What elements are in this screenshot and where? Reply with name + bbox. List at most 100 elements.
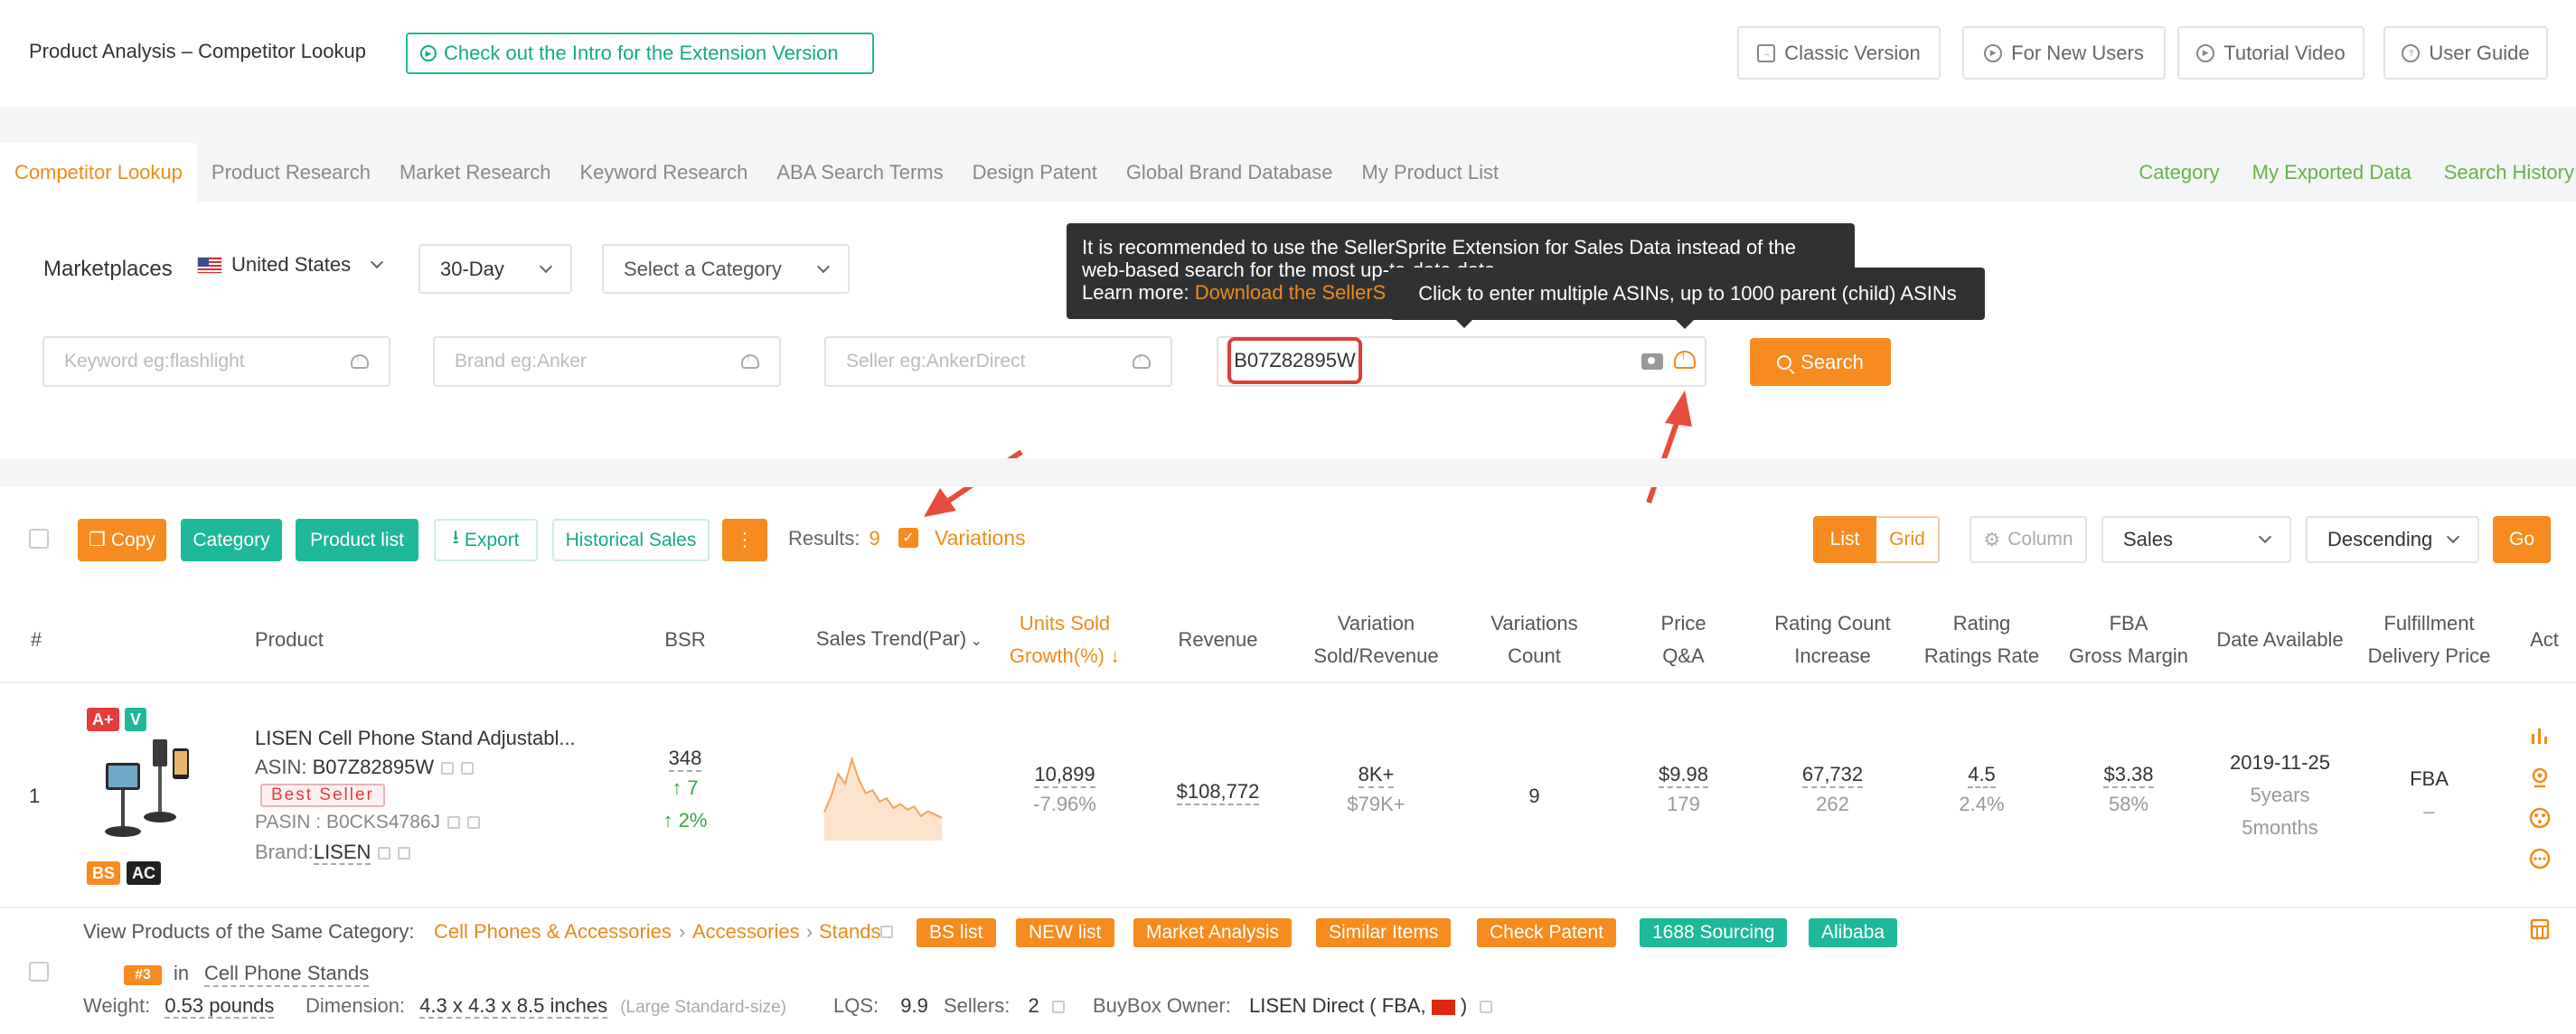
tab-global-brand-database[interactable]: Global Brand Database [1112,143,1348,202]
keyword-input[interactable]: Keyword eg:flashlight [42,336,390,387]
dimension-info: Dimension: 4.3 x 4.3 x 8.5 inches (Large… [306,994,786,1019]
tab-keyword-research[interactable]: Keyword Research [566,143,763,202]
category-button[interactable]: Category [181,519,282,561]
external-link-icon[interactable] [461,762,475,776]
column-button[interactable]: ⚙ Column [1970,516,2087,563]
select-all-checkbox[interactable] [29,529,49,549]
col-fba[interactable]: FBA Gross Margin [2061,597,2196,683]
asin-value[interactable]: B07Z82895W [313,756,435,778]
col-bsr[interactable]: BSR [649,597,721,683]
col-sales-trend[interactable]: Sales Trend(Par) ⌄ [809,597,990,683]
copy-button[interactable]: ❐ Copy [78,519,166,561]
col-date[interactable]: Date Available [2210,597,2350,683]
more-options-icon[interactable] [2529,848,2551,870]
order-select[interactable]: Descending [2306,516,2479,563]
category-link[interactable]: Category [2139,161,2219,184]
variations-checkbox[interactable]: ✓ [898,528,918,548]
asin-value-highlight[interactable]: B07Z82895W [1227,337,1362,384]
tab-design-patent[interactable]: Design Patent [958,143,1112,202]
col-units-sold[interactable]: Units Sold Growth(%) ↓ [1001,597,1128,683]
upload-icon[interactable] [351,352,369,369]
rating-count-value: 67,732 [1801,763,1864,788]
brand-value[interactable]: LISEN [313,841,371,865]
sort-by-select[interactable]: Sales [2101,516,2291,563]
upload-icon[interactable] [1133,352,1151,369]
tab-competitor-lookup[interactable]: Competitor Lookup [0,143,197,202]
tab-aba-search-terms[interactable]: ABA Search Terms [762,143,957,202]
col-price[interactable]: Price Q&A [1641,597,1726,683]
crumb-stands[interactable]: Stands [819,920,881,944]
new-list-tag[interactable]: NEW list [1016,918,1114,947]
col-rating[interactable]: Rating Ratings Rate [1916,597,2047,683]
bsr-value[interactable]: 348 [668,747,702,772]
copy-icon[interactable] [378,847,391,860]
brand-input[interactable]: Brand eg:Anker [433,336,781,387]
tab-my-product-list[interactable]: My Product List [1348,143,1514,202]
network-icon[interactable] [2529,807,2551,829]
buybox-owner[interactable]: LISEN Direct [1249,994,1364,1017]
seller-input[interactable]: Seller eg:AnkerDirect [824,336,1172,387]
location-pin-icon[interactable] [2529,766,2551,788]
col-variation-sold[interactable]: Variation Sold/Revenue [1302,597,1451,683]
classic-version-button[interactable]: → Classic Version [1737,26,1941,80]
col-revenue[interactable]: Revenue [1170,597,1265,683]
tutorial-video-button[interactable]: ▶ Tutorial Video [2177,26,2364,80]
tab-market-research[interactable]: Market Research [385,143,566,202]
user-guide-button[interactable]: ? User Guide [2383,26,2548,80]
check-patent-tag[interactable]: Check Patent [1477,918,1617,947]
tab-product-research[interactable]: Product Research [197,143,385,202]
historical-sales-button[interactable]: Historical Sales [552,519,710,561]
aplus-badge: A+ [87,708,119,731]
search-history-link[interactable]: Search History [2444,161,2574,184]
more-button[interactable]: ⋮ [722,519,767,561]
camera-icon[interactable] [1641,353,1663,370]
product-list-button[interactable]: Product list [296,519,418,561]
rank-category-link[interactable]: Cell Phone Stands [204,962,370,987]
category-select[interactable]: Select a Category [602,244,850,294]
fba-cell: $3.38 58% [2088,763,2169,821]
search-icon [1777,354,1792,370]
col-variations-count[interactable]: Variations Count [1473,597,1595,683]
export-button[interactable]: ⭳ Export [434,519,538,561]
external-link-icon[interactable] [398,847,411,860]
1688-sourcing-tag[interactable]: 1688 Sourcing [1640,918,1788,947]
marketplace-select[interactable]: United States [197,253,384,277]
variations-label[interactable]: Variations [935,526,1026,550]
bs-list-tag[interactable]: BS list [917,918,996,947]
my-exported-data-link[interactable]: My Exported Data [2252,161,2411,184]
sellers-value[interactable]: 2 [1028,994,1039,1017]
calculator-icon[interactable] [2529,918,2551,940]
crumb-cell-phones[interactable]: Cell Phones & Accessories [434,920,672,944]
go-button[interactable]: Go [2493,516,2551,563]
sales-trend-sparkline[interactable] [821,747,947,846]
row-checkbox[interactable] [29,962,49,982]
col-rating-count[interactable]: Rating Count Increase [1763,597,1903,683]
grid-view-button[interactable]: Grid [1876,516,1940,563]
rank-badge: #3 [124,965,162,985]
external-link-icon[interactable] [467,816,481,830]
ratings-rate-value: 2.4% [1959,793,2005,815]
product-title[interactable]: LISEN Cell Phone Stand Adjustabl... [255,727,576,750]
similar-items-tag[interactable]: Similar Items [1316,918,1452,947]
for-new-users-button[interactable]: ▶ For New Users [1962,26,2166,80]
multi-asin-upload-icon[interactable] [1674,348,1696,369]
play-circle-icon: ▶ [1984,43,2003,62]
external-link-icon[interactable] [880,926,893,938]
copy-icon[interactable] [447,816,461,830]
search-button[interactable]: Search [1750,338,1891,386]
pasin-value[interactable]: PASIN : B0CKS4786J [255,812,440,832]
list-view-button[interactable]: List [1813,516,1876,563]
upload-icon[interactable] [741,352,759,369]
market-analysis-tag[interactable]: Market Analysis [1133,918,1293,947]
bar-chart-icon[interactable] [2529,725,2551,747]
copy-icon[interactable] [441,762,455,776]
period-select[interactable]: 30-Day [418,244,572,294]
external-link-icon[interactable] [1051,1001,1065,1014]
external-link-icon[interactable] [1480,1001,1493,1014]
crumb-accessories[interactable]: Accessories [692,920,800,944]
alibaba-tag[interactable]: Alibaba [1809,918,1898,947]
product-image[interactable] [95,730,194,848]
intro-extension-button[interactable]: ▶ Check out the Intro for the Extension … [406,33,874,74]
export-label: Export [464,529,520,550]
download-extension-link[interactable]: Download the SellerS [1195,281,1387,304]
